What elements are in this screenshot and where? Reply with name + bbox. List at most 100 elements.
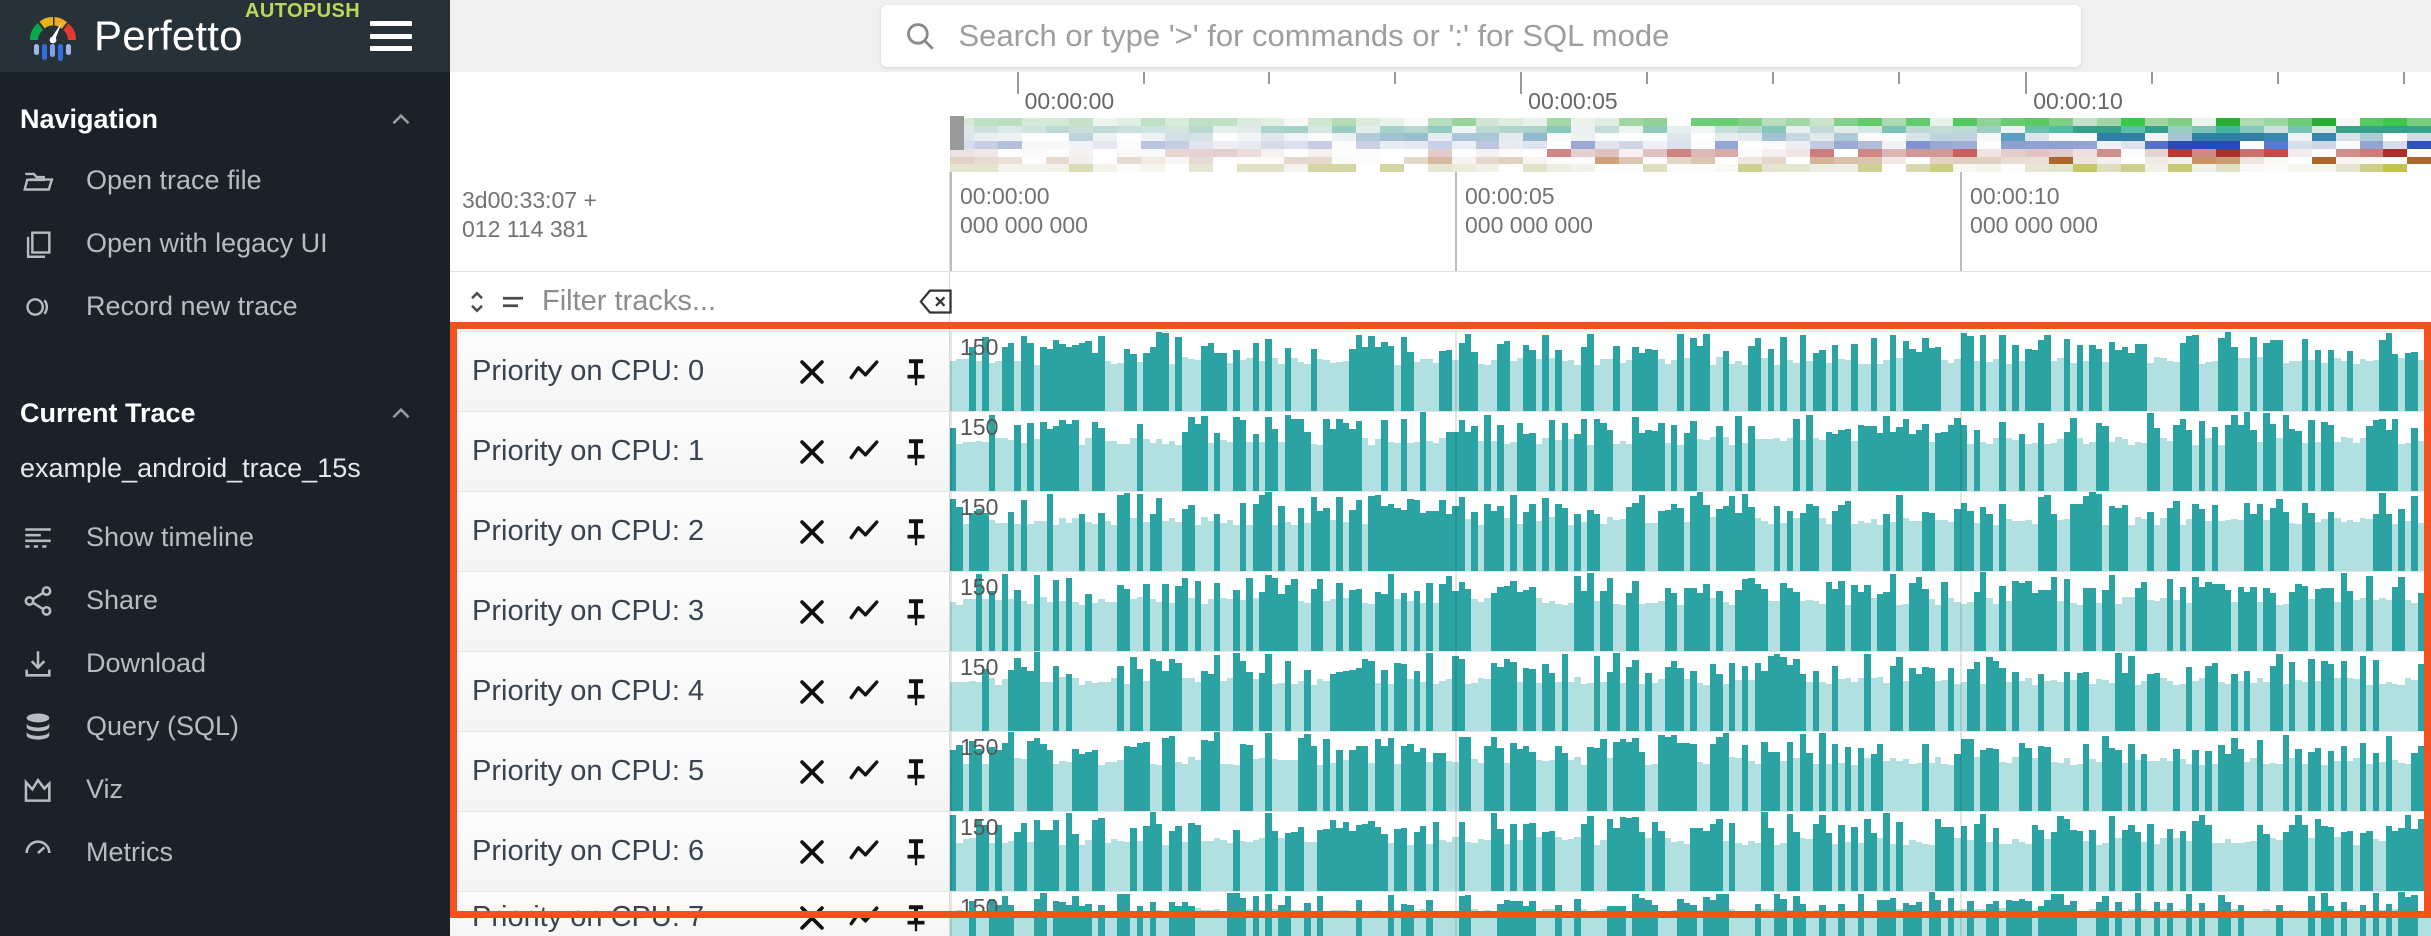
trending-chart-icon[interactable]: [847, 675, 881, 709]
sidebar-item-label: Open trace file: [86, 165, 262, 196]
pin-icon[interactable]: [899, 435, 933, 469]
trending-chart-icon[interactable]: [847, 755, 881, 789]
close-icon[interactable]: [795, 901, 829, 935]
overview-cell: [1452, 118, 1476, 126]
track-shell[interactable]: Priority on CPU: 0: [450, 332, 950, 411]
close-icon[interactable]: [795, 835, 829, 869]
overview-cell: [2025, 133, 2049, 141]
track-canvas[interactable]: 150: [950, 732, 2431, 811]
filter-tracks-input[interactable]: [542, 285, 919, 318]
trending-chart-icon[interactable]: [847, 901, 881, 935]
overview-cell: [1356, 118, 1380, 126]
track-canvas[interactable]: 150: [950, 332, 2431, 411]
trending-chart-icon[interactable]: [847, 435, 881, 469]
omnibox[interactable]: [881, 5, 2081, 67]
overview-minimap[interactable]: 00:00:0000:00:0500:00:10: [450, 72, 2431, 172]
clear-filter-icon[interactable]: [919, 287, 953, 317]
download-icon: [20, 646, 56, 682]
track-shell[interactable]: Priority on CPU: 7: [450, 892, 950, 936]
overview-cell: [1237, 126, 1261, 134]
counter-bar: [2424, 912, 2430, 936]
close-icon[interactable]: [795, 595, 829, 629]
track-row[interactable]: Priority on CPU: 2 150: [450, 492, 2431, 572]
sidebar-item-record-new-trace[interactable]: Record new trace: [0, 275, 450, 338]
record-icon: [20, 289, 56, 325]
viewport-handle-left[interactable]: [950, 116, 964, 150]
overview-cell: [1499, 149, 1523, 157]
overview-cell: [1022, 133, 1046, 141]
overview-column: [974, 118, 998, 172]
chevron-up-icon[interactable]: [388, 401, 414, 427]
trending-chart-icon[interactable]: [847, 835, 881, 869]
filter-lines-icon[interactable]: [498, 287, 528, 317]
overview-cell: [1069, 126, 1093, 134]
ruler-track[interactable]: 00:00:00000 000 00000:00:05000 000 00000…: [950, 172, 2431, 271]
close-icon[interactable]: [795, 675, 829, 709]
sidebar-item-metrics[interactable]: Metrics: [0, 821, 450, 884]
overview-column: [2336, 118, 2360, 172]
track-row[interactable]: Priority on CPU: 6150: [450, 812, 2431, 892]
overview-canvas[interactable]: 00:00:0000:00:0500:00:10: [950, 72, 2431, 172]
track-shell[interactable]: Priority on CPU: 6: [450, 812, 950, 891]
track-canvas[interactable]: 150: [950, 812, 2431, 891]
trending-chart-icon[interactable]: [847, 595, 881, 629]
track-canvas[interactable]: 150: [950, 572, 2431, 651]
track-shell[interactable]: Priority on CPU: 1: [450, 412, 950, 491]
overview-cell: [1762, 118, 1786, 126]
sidebar-section-current-trace[interactable]: Current Trace: [0, 384, 450, 443]
sidebar-item-query-sql[interactable]: Query (SQL): [0, 695, 450, 758]
track-canvas[interactable]: 150: [950, 652, 2431, 731]
overview-cell: [1093, 118, 1117, 126]
overview-cell: [974, 164, 998, 172]
menu-toggle-button[interactable]: [370, 21, 412, 51]
search-input[interactable]: [959, 18, 2059, 54]
sidebar-item-share[interactable]: Share: [0, 569, 450, 632]
overview-cell: [2192, 149, 2216, 157]
track-shell[interactable]: Priority on CPU: 2: [450, 492, 950, 571]
track-list[interactable]: Priority on CPU: 0150Priority on CPU: 11…: [450, 332, 2431, 936]
track-row[interactable]: Priority on CPU: 4150: [450, 652, 2431, 732]
pin-icon[interactable]: [899, 515, 933, 549]
chevron-up-icon[interactable]: [388, 107, 414, 133]
pin-icon[interactable]: [899, 835, 933, 869]
pin-icon[interactable]: [899, 355, 933, 389]
track-shell[interactable]: Priority on CPU: 5: [450, 732, 950, 811]
sort-updown-icon[interactable]: [462, 287, 492, 317]
sidebar-content[interactable]: Navigation Open trace file: [0, 72, 450, 936]
track-shell[interactable]: Priority on CPU: 4: [450, 652, 950, 731]
sidebar-item-download[interactable]: Download: [0, 632, 450, 695]
overview-cell: [1786, 133, 1810, 141]
track-row[interactable]: Priority on CPU: 0150: [450, 332, 2431, 412]
sidebar-section-navigation[interactable]: Navigation: [0, 90, 450, 149]
track-row[interactable]: Priority on CPU: 5150: [450, 732, 2431, 812]
overview-minor-tick: [2403, 72, 2405, 84]
pin-icon[interactable]: [899, 595, 933, 629]
sidebar-item-viz[interactable]: Viz: [0, 758, 450, 821]
track-canvas[interactable]: 150: [950, 412, 2431, 491]
overview-cell: [1786, 141, 1810, 149]
sidebar-item-open-with-legacy-ui[interactable]: Open with legacy UI: [0, 212, 450, 275]
close-icon[interactable]: [795, 355, 829, 389]
sidebar-item-open-trace-file[interactable]: Open trace file: [0, 149, 450, 212]
close-icon[interactable]: [795, 755, 829, 789]
pin-icon[interactable]: [899, 675, 933, 709]
track-gridline: [1455, 732, 1457, 811]
track-row[interactable]: Priority on CPU: 7150: [450, 892, 2431, 936]
track-canvas[interactable]: 150: [950, 492, 2431, 571]
trending-chart-icon[interactable]: [847, 355, 881, 389]
track-row[interactable]: Priority on CPU: 3150: [450, 572, 2431, 652]
overview-cell: [2383, 149, 2407, 157]
pin-icon[interactable]: [899, 755, 933, 789]
overview-cell: [1452, 126, 1476, 134]
overview-cell: [2001, 149, 2025, 157]
overview-cell: [1786, 126, 1810, 134]
trending-chart-icon[interactable]: [847, 515, 881, 549]
track-canvas[interactable]: 150: [950, 892, 2431, 936]
close-icon[interactable]: [795, 435, 829, 469]
track-row[interactable]: Priority on CPU: 1150: [450, 412, 2431, 492]
track-axis-max-label: 150: [960, 494, 998, 521]
sidebar-item-show-timeline[interactable]: Show timeline: [0, 506, 450, 569]
track-shell[interactable]: Priority on CPU: 3: [450, 572, 950, 651]
pin-icon[interactable]: [899, 901, 933, 935]
close-icon[interactable]: [795, 515, 829, 549]
